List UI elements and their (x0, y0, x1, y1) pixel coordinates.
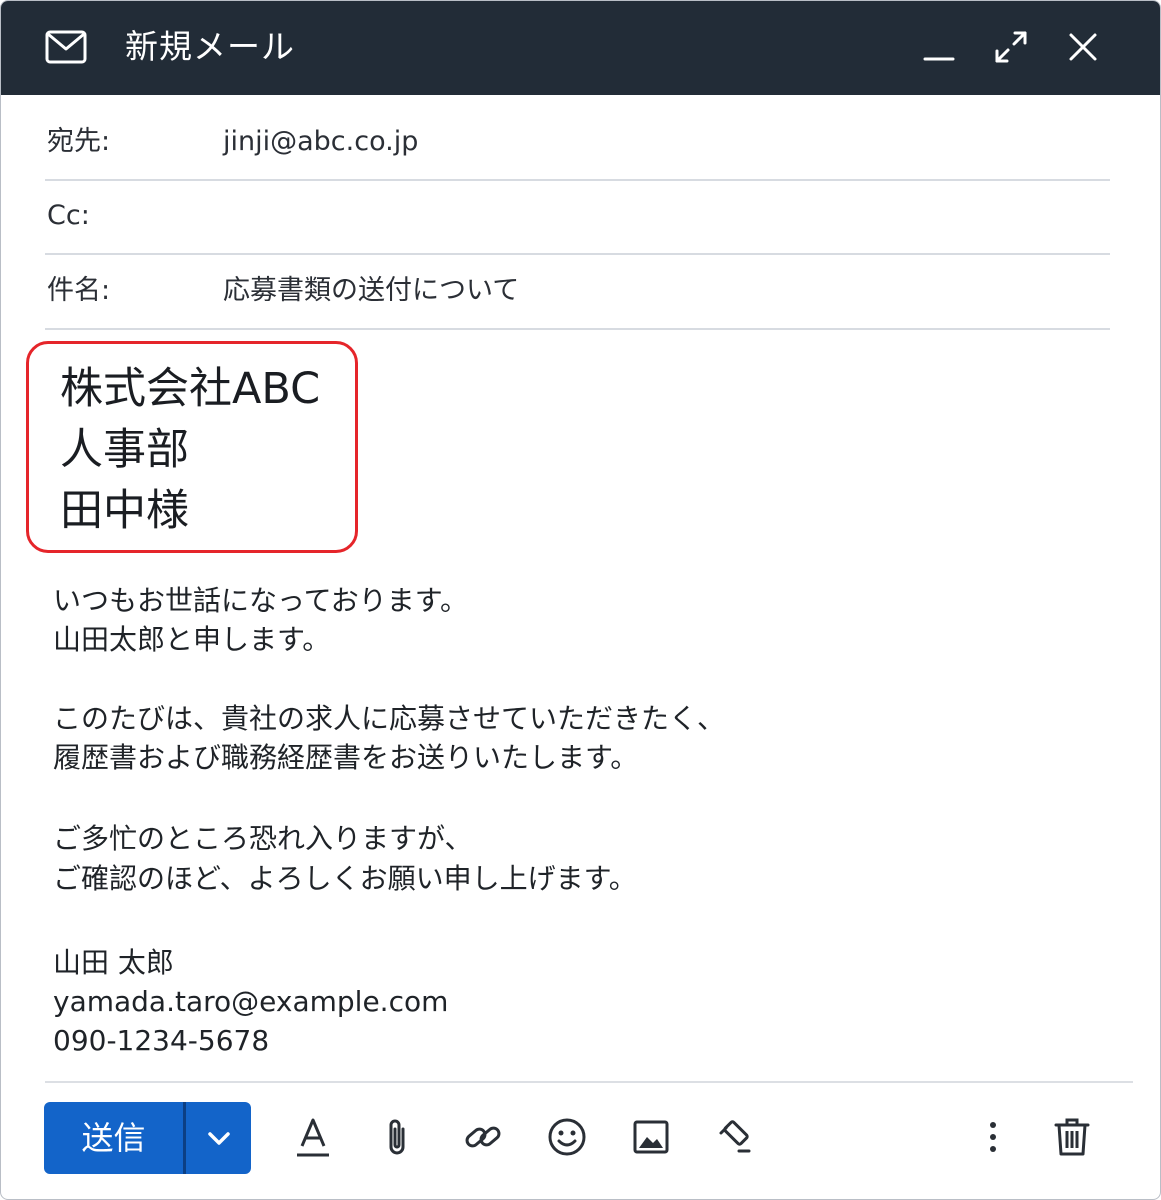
minimize-button[interactable] (919, 27, 959, 67)
signature-email: yamada.taro@example.com (53, 985, 449, 1018)
chevron-down-icon (208, 1132, 230, 1145)
image-icon (633, 1120, 669, 1154)
compose-window: 新規メール 宛先: jinji@abc.co.jp Cc: 件名: 応募書類の送… (0, 0, 1161, 1200)
draw-button[interactable] (711, 1113, 759, 1161)
subject-input[interactable]: 応募書類の送付について (223, 254, 519, 328)
emoji-icon (548, 1118, 586, 1156)
body-line: いつもお世話になっております。 (53, 584, 468, 617)
attach-icon (389, 1119, 405, 1155)
recipient-company: 株式会社ABC (60, 364, 321, 414)
title-bar: 新規メール (1, 1, 1160, 95)
discard-button[interactable] (1048, 1113, 1096, 1161)
send-button-group: 送信 (44, 1102, 251, 1174)
attach-button[interactable] (373, 1113, 421, 1161)
body-line: 履歴書および職務経歴書をお送りいたします。 (53, 741, 639, 774)
expand-button[interactable] (991, 27, 1031, 67)
signature-name: 山田 太郎 (53, 946, 174, 979)
recipient-highlight: 株式会社ABC 人事部 田中様 (26, 341, 358, 553)
recipient-name: 田中様 (60, 486, 189, 536)
to-field[interactable]: 宛先: jinji@abc.co.jp (45, 105, 1110, 181)
body-line: このたびは、貴社の求人に応募させていただきたく、 (53, 702, 726, 735)
send-button[interactable]: 送信 (44, 1102, 183, 1174)
cc-label: Cc: (47, 200, 90, 231)
minimize-icon (923, 57, 955, 61)
trash-icon (1054, 1118, 1090, 1156)
more-options-icon (990, 1122, 996, 1152)
subject-field[interactable]: 件名: 応募書類の送付について (45, 254, 1110, 330)
recipient-department: 人事部 (60, 425, 189, 475)
insert-link-button[interactable] (459, 1113, 507, 1161)
body-line: ご確認のほど、よろしくお願い申し上げます。 (53, 862, 637, 895)
to-input[interactable]: jinji@abc.co.jp (223, 105, 418, 179)
body-line: ご多忙のところ恐れ入りますが、 (53, 822, 473, 855)
to-label: 宛先: (47, 126, 111, 157)
insert-image-button[interactable] (627, 1113, 675, 1161)
body-line: 山田太郎と申します。 (53, 623, 331, 656)
format-text-icon (297, 1118, 329, 1157)
link-icon (465, 1126, 501, 1148)
send-options-button[interactable] (186, 1102, 251, 1174)
mail-icon (45, 30, 87, 64)
format-text-button[interactable] (289, 1113, 337, 1161)
expand-icon (995, 31, 1027, 63)
window-title: 新規メール (125, 27, 295, 66)
more-options-button[interactable] (969, 1113, 1017, 1161)
signature-phone: 090-1234-5678 (53, 1024, 270, 1057)
close-icon (1069, 33, 1097, 61)
emoji-button[interactable] (543, 1113, 591, 1161)
close-button[interactable] (1063, 27, 1103, 67)
subject-label: 件名: (47, 275, 111, 306)
toolbar-divider (45, 1081, 1133, 1083)
cc-field[interactable]: Cc: (45, 179, 1110, 255)
draw-icon (719, 1120, 751, 1153)
